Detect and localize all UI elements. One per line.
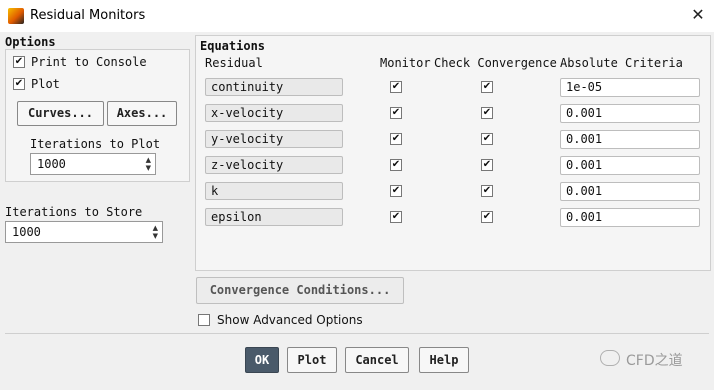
options-title: Options bbox=[5, 35, 56, 49]
spin-up-icon[interactable]: ▲ bbox=[153, 224, 158, 232]
check-convergence-checkbox-z-velocity[interactable]: ✔ bbox=[481, 159, 493, 171]
check-convergence-checkbox-epsilon[interactable]: ✔ bbox=[481, 211, 493, 223]
absolute-criteria-header: Absolute Criteria bbox=[560, 56, 683, 70]
cancel-button[interactable]: Cancel bbox=[345, 347, 409, 373]
print-to-console-checkbox[interactable]: ✔ bbox=[13, 56, 25, 68]
check-convergence-header: Check Convergence bbox=[434, 56, 557, 70]
iterations-to-plot-label: Iterations to Plot bbox=[30, 137, 161, 151]
help-button[interactable]: Help bbox=[419, 347, 469, 373]
monitor-checkbox-y-velocity[interactable]: ✔ bbox=[390, 133, 402, 145]
absolute-criteria-input-z-velocity[interactable]: 0.001 bbox=[560, 156, 700, 175]
absolute-criteria-input-epsilon[interactable]: 0.001 bbox=[560, 208, 700, 227]
close-icon[interactable]: ✕ bbox=[688, 5, 708, 25]
plot-button[interactable]: Plot bbox=[287, 347, 337, 373]
watermark-text: CFD之道 bbox=[626, 353, 683, 369]
monitor-checkbox-k[interactable]: ✔ bbox=[390, 185, 402, 197]
check-convergence-checkbox-continuity[interactable]: ✔ bbox=[481, 81, 493, 93]
check-convergence-checkbox-k[interactable]: ✔ bbox=[481, 185, 493, 197]
monitor-header: Monitor bbox=[380, 56, 431, 70]
monitor-checkbox-continuity[interactable]: ✔ bbox=[390, 81, 402, 93]
iterations-to-plot-spinner[interactable]: 1000 ▲ ▼ bbox=[30, 153, 156, 175]
check-convergence-checkbox-y-velocity[interactable]: ✔ bbox=[481, 133, 493, 145]
residual-name-k: k bbox=[205, 182, 343, 200]
plot-label: Plot bbox=[31, 77, 60, 91]
residual-header: Residual bbox=[205, 56, 263, 70]
curves-button[interactable]: Curves... bbox=[17, 101, 104, 126]
equations-title: Equations bbox=[200, 39, 266, 53]
iterations-to-store-label: Iterations to Store bbox=[5, 205, 143, 219]
ok-button[interactable]: OK bbox=[245, 347, 279, 373]
equations-group bbox=[195, 35, 711, 271]
monitor-checkbox-epsilon[interactable]: ✔ bbox=[390, 211, 402, 223]
absolute-criteria-input-k[interactable]: 0.001 bbox=[560, 182, 700, 201]
residual-name-x-velocity: x-velocity bbox=[205, 104, 343, 122]
check-convergence-checkbox-x-velocity[interactable]: ✔ bbox=[481, 107, 493, 119]
spin-down-icon[interactable]: ▼ bbox=[153, 232, 158, 240]
spin-down-icon[interactable]: ▼ bbox=[146, 164, 151, 172]
show-advanced-options-label: Show Advanced Options bbox=[217, 313, 363, 327]
spin-up-icon[interactable]: ▲ bbox=[146, 156, 151, 164]
residual-name-z-velocity: z-velocity bbox=[205, 156, 343, 174]
show-advanced-options-checkbox[interactable] bbox=[198, 314, 210, 326]
iterations-to-plot-value: 1000 bbox=[37, 157, 66, 171]
dialog-separator bbox=[5, 333, 709, 334]
fluent-app-icon bbox=[8, 8, 24, 24]
iterations-to-store-spinner[interactable]: 1000 ▲ ▼ bbox=[5, 221, 163, 243]
window-title: Residual Monitors bbox=[30, 8, 146, 23]
print-to-console-label: Print to Console bbox=[31, 55, 147, 69]
residual-name-y-velocity: y-velocity bbox=[205, 130, 343, 148]
monitor-checkbox-x-velocity[interactable]: ✔ bbox=[390, 107, 402, 119]
residual-name-continuity: continuity bbox=[205, 78, 343, 96]
residual-name-epsilon: epsilon bbox=[205, 208, 343, 226]
absolute-criteria-input-continuity[interactable]: 1e-05 bbox=[560, 78, 700, 97]
monitor-checkbox-z-velocity[interactable]: ✔ bbox=[390, 159, 402, 171]
absolute-criteria-input-y-velocity[interactable]: 0.001 bbox=[560, 130, 700, 149]
absolute-criteria-input-x-velocity[interactable]: 0.001 bbox=[560, 104, 700, 123]
convergence-conditions-button[interactable]: Convergence Conditions... bbox=[196, 277, 404, 304]
iterations-to-store-value: 1000 bbox=[12, 225, 41, 239]
plot-checkbox[interactable]: ✔ bbox=[13, 78, 25, 90]
wechat-icon bbox=[600, 350, 620, 366]
axes-button[interactable]: Axes... bbox=[107, 101, 177, 126]
